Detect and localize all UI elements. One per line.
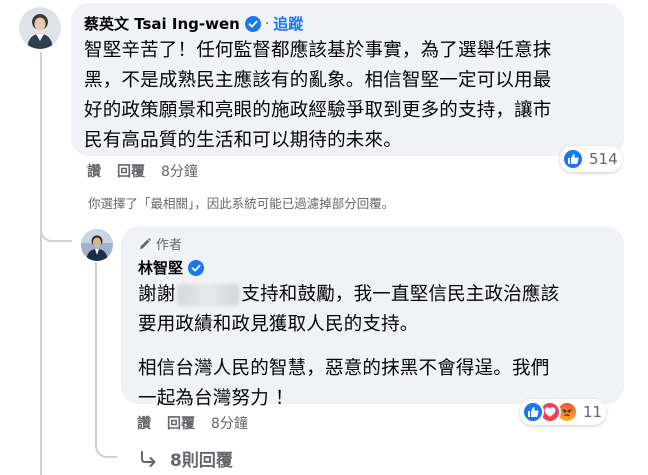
reply-text: 謝謝 支持和鼓勵，我一直堅信民主政治應該 要用政績和政見獲取人民的支持。 相信台灣… [138, 280, 618, 414]
reply-line: 要用政績和政見獲取人民的支持。 [138, 314, 419, 335]
thread-line-reply-vertical [95, 262, 97, 440]
reply-line-start: 謝謝 [138, 284, 176, 305]
verified-badge-icon [188, 259, 205, 276]
like-reaction-icon [562, 148, 584, 170]
reply-button[interactable]: 回覆 [117, 161, 145, 181]
redacted-name [177, 284, 240, 306]
reaction-count: 11 [583, 403, 603, 421]
reply-line-end: 支持和鼓勵，我一直堅信民主政治應該 [241, 284, 560, 305]
reply-line: 謝謝 支持和鼓勵，我一直堅信民主政治應該 [138, 280, 618, 310]
reply-button[interactable]: 回覆 [167, 413, 195, 433]
like-button[interactable]: 讚 [137, 413, 151, 433]
avatar-lin[interactable] [81, 229, 113, 261]
comment-header: 蔡英文 Tsai Ing-wen · 追蹤 [84, 13, 303, 34]
comment-line: 好的政策願景和亮眼的施政經驗爭取到更多的支持，讓市 [84, 100, 552, 121]
pencil-icon [140, 237, 151, 249]
reply-line: 相信台灣人民的智慧，惡意的抹黑不會得逞。我們 [138, 358, 550, 379]
author-badge: 作者 [138, 234, 182, 253]
reaction-count: 514 [589, 150, 618, 168]
reply-reactions-lin[interactable]: 11 [520, 399, 607, 425]
filter-notice: 你選擇了「最相關」，因此系統可能已過濾掉部分回覆。 [88, 196, 395, 211]
comment-reactions-tsai[interactable]: 514 [560, 146, 622, 172]
comment-author-name[interactable]: 蔡英文 Tsai Ing-wen [84, 13, 240, 34]
reply-actions-lin: 讚 回覆 8分鐘 [137, 413, 248, 433]
reply-bubble-lin: 作者 林智堅 謝謝 支持和鼓勵，我一直堅信民主政治應該 要用政績和政見獲取人民的支… [121, 226, 624, 409]
thread-line-vertical [40, 52, 42, 475]
reply-arrow-icon [141, 450, 156, 467]
verified-badge-icon [244, 15, 261, 32]
avatar-lin-image [81, 229, 113, 261]
comment-line: 民有高品質的生活和可以期待的未來。 [84, 130, 402, 151]
author-badge-label: 作者 [156, 238, 183, 253]
view-more-replies[interactable]: 8則回覆 [140, 446, 233, 471]
comment-actions-tsai: 讚 回覆 8分鐘 [87, 161, 198, 181]
comment-timestamp[interactable]: 8分鐘 [161, 161, 198, 181]
header-separator: · [264, 15, 270, 32]
reply-timestamp[interactable]: 8分鐘 [211, 413, 248, 433]
follow-link[interactable]: 追蹤 [273, 13, 303, 34]
like-button[interactable]: 讚 [87, 161, 101, 181]
like-reaction-icon [522, 401, 544, 423]
avatar-tsai[interactable] [19, 7, 61, 49]
reply-header: 林智堅 [138, 257, 205, 278]
more-replies-label: 8則回覆 [170, 451, 233, 471]
thread-line-branch-more [95, 436, 117, 458]
reply-author-name[interactable]: 林智堅 [138, 257, 183, 278]
comment-text: 智堅辛苦了！任何監督都應該基於事實，為了選舉任意抹 黑，不是成熟民主應該有的亂象… [84, 36, 620, 156]
comment-line: 黑，不是成熟民主應該有的亂象。相信智堅一定可以用最 [84, 70, 552, 91]
avatar-tsai-image [19, 7, 61, 49]
thread-line-branch-reply [40, 222, 72, 242]
comment-bubble-tsai: 蔡英文 Tsai Ing-wen · 追蹤 智堅辛苦了！任何監督都應該基於事實，… [71, 3, 624, 156]
comment-line: 智堅辛苦了！任何監督都應該基於事實，為了選舉任意抹 [84, 40, 552, 61]
